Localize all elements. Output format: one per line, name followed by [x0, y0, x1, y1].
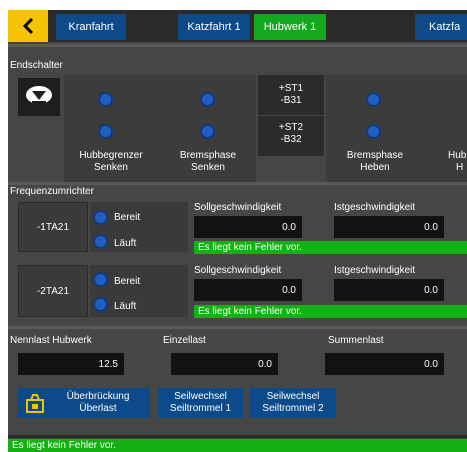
seilwechsel2-line1: Seilwechsel — [266, 391, 320, 402]
ueberbrueckung-ueberlast-button[interactable]: Überbrückung Überlast — [18, 388, 150, 418]
tab-katzfahrt-1[interactable]: Katzfahrt 1 — [178, 14, 250, 40]
seilwechsel2-line2: Seiltrommel 2 — [262, 403, 324, 414]
summenlast-value: 0.0 — [325, 353, 444, 375]
nennlast-label: Nennlast Hubwerk — [10, 335, 92, 346]
ueberbrueckung-line1: Überbrückung — [66, 391, 130, 402]
converter-1-id: -1TA21 — [18, 202, 88, 252]
led-converter-1-bereit — [93, 210, 108, 225]
back-button[interactable] — [8, 10, 48, 42]
divider — [8, 326, 467, 329]
hook-down-icon — [26, 86, 52, 104]
led-bremsphase-senken-st1 — [200, 92, 215, 107]
led-bremsphase-heben-st2 — [366, 124, 381, 139]
seilwechsel1-line2: Seiltrommel 1 — [169, 403, 232, 414]
converter-2-soll-label: Sollgeschwindigkeit — [194, 265, 282, 276]
converter-2-ist-label: Istgeschwindigkeit — [334, 265, 416, 276]
nennlast-value: 12.5 — [18, 353, 124, 375]
endschalter-title: Endschalter — [10, 60, 63, 71]
column-hubbegrenzer-senken: Hubbegrenzer Senken — [79, 150, 143, 173]
led-converter-2-laeuft — [93, 297, 108, 312]
converter-1-soll-label: Sollgeschwindigkeit — [194, 202, 282, 213]
led-bremsphase-senken-st2 — [200, 124, 215, 139]
st2-line2: -B32 — [280, 134, 302, 145]
led-converter-2-bereit — [93, 272, 108, 287]
led-hubbegrenzer-senken-st2 — [98, 124, 113, 139]
column-bremsphase-senken: Bremsphase Senken — [179, 150, 237, 173]
st1-label: +ST1 -B31 — [258, 75, 324, 115]
converter-2-bereit-label: Bereit — [114, 276, 141, 287]
tab-katzfahrt-2[interactable]: Katzfa — [415, 14, 467, 40]
einzellast-label: Einzellast — [163, 335, 206, 346]
converter-2-soll-value: 0.0 — [194, 279, 302, 301]
column-hubbegrenzer-heben: Hubl H — [448, 150, 467, 173]
converter-1-status-bar: Es liegt kein Fehler vor. — [194, 241, 467, 254]
seilwechsel1-line1: Seilwechsel — [174, 391, 227, 402]
converter-1-ist-value: 0.0 — [334, 216, 444, 238]
st1-line2: -B31 — [280, 95, 302, 106]
hmi-screen: Kranfahrt Katzfahrt 1 Hubwerk 1 Katzfa E… — [8, 10, 467, 452]
summenlast-label: Summenlast — [328, 335, 384, 346]
divider — [8, 182, 467, 185]
st2-line1: +ST2 — [278, 122, 304, 133]
chevron-left-icon — [22, 17, 34, 35]
converter-2-status-bar: Es liegt kein Fehler vor. — [194, 305, 467, 318]
converter-2-laeuft-label: Läuft — [114, 301, 137, 312]
seilwechsel-seiltrommel-1-button[interactable]: Seilwechsel Seiltrommel 1 — [158, 388, 243, 418]
st2-label: +ST2 -B32 — [258, 116, 324, 156]
frequenzumrichter-title: Frequenzumrichter — [10, 186, 94, 197]
st1-line1: +ST1 — [278, 83, 304, 94]
divider — [8, 435, 467, 438]
endschalter-icon-box — [18, 78, 60, 116]
converter-1-laeuft-label: Läuft — [114, 238, 137, 249]
divider — [8, 44, 467, 47]
seilwechsel-seiltrommel-2-button[interactable]: Seilwechsel Seiltrommel 2 — [250, 388, 336, 418]
footer-status-bar: Es liegt kein Fehler vor. — [8, 439, 467, 452]
column-bremsphase-heben: Bremsphase Heben — [346, 150, 404, 173]
ueberbrueckung-line2: Überlast — [79, 403, 117, 414]
converter-1-soll-value: 0.0 — [194, 216, 302, 238]
led-converter-1-laeuft — [93, 234, 108, 249]
tab-bar: Kranfahrt Katzfahrt 1 Hubwerk 1 Katzfa — [8, 10, 467, 42]
led-bremsphase-heben-st1 — [366, 92, 381, 107]
weight-icon — [26, 394, 44, 413]
led-hubbegrenzer-senken-st1 — [98, 92, 113, 107]
tab-kranfahrt[interactable]: Kranfahrt — [56, 14, 126, 40]
converter-2-id: -2TA21 — [18, 265, 88, 317]
converter-1-bereit-label: Bereit — [114, 212, 141, 223]
converter-1-ist-label: Istgeschwindigkeit — [334, 202, 416, 213]
tab-hubwerk-1[interactable]: Hubwerk 1 — [254, 14, 326, 40]
converter-2-ist-value: 0.0 — [334, 279, 444, 301]
einzellast-value: 0.0 — [171, 353, 278, 375]
